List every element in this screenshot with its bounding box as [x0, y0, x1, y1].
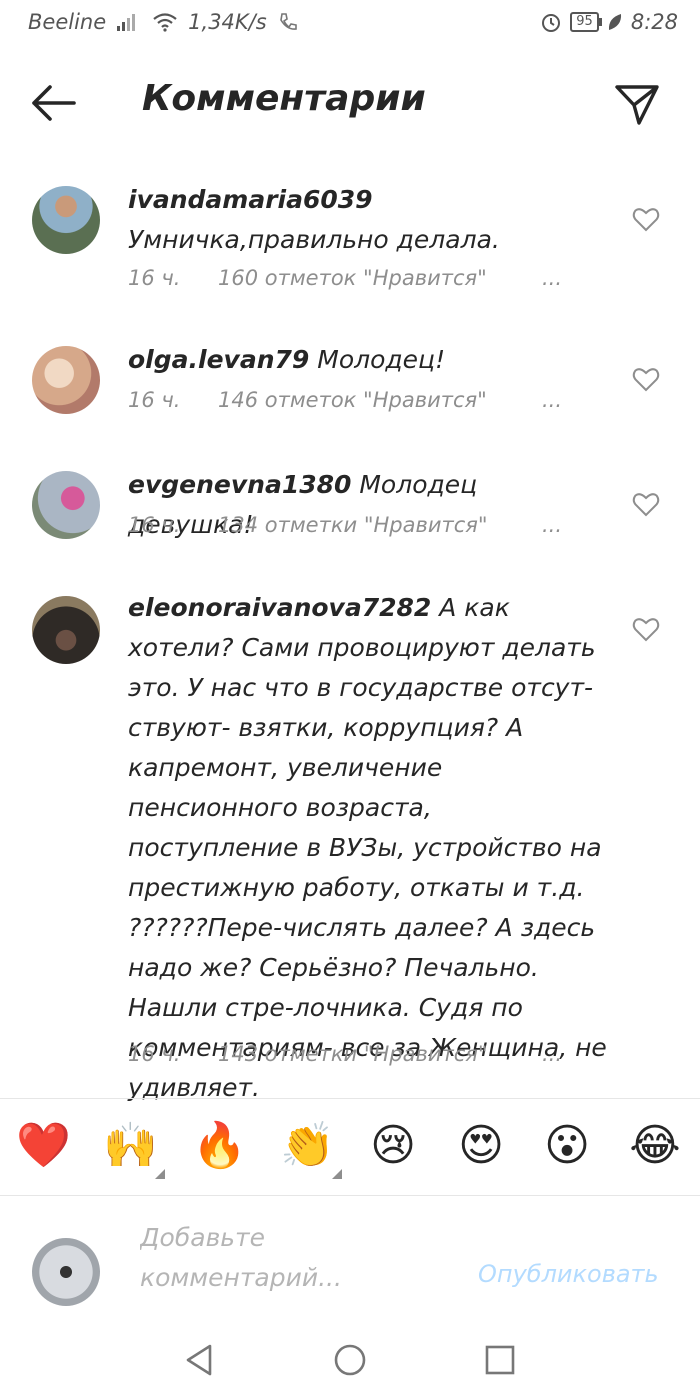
- carrier-name: Beeline: [28, 10, 107, 34]
- heart-icon[interactable]: [632, 366, 660, 392]
- avatar[interactable]: [32, 186, 100, 254]
- status-left: Beeline 1,34K/s: [28, 10, 299, 34]
- triangle-back-icon[interactable]: [182, 1342, 218, 1378]
- user-avatar: [32, 1238, 100, 1306]
- phone-icon: [279, 13, 297, 30]
- comment-username[interactable]: evgenevna1380: [128, 470, 351, 499]
- comment-likes[interactable]: 134 отметки "Нравится": [218, 513, 542, 537]
- comment-composer: Опубликовать: [0, 1196, 700, 1316]
- signal-icon: [117, 14, 136, 31]
- more-options-icon[interactable]: ...: [542, 1042, 562, 1066]
- paper-plane-icon[interactable]: [612, 78, 662, 128]
- comment-time: 16 ч.: [128, 388, 181, 412]
- comment-likes[interactable]: 143 отметки "Нравится": [218, 1042, 542, 1066]
- comment-meta: 16 ч. 160 отметок "Нравится" ...: [128, 266, 562, 290]
- comment-username[interactable]: eleonoraivanova7282: [128, 593, 431, 622]
- skin-tone-indicator: [155, 1169, 165, 1179]
- clapping-hands-glyph: 👏: [280, 1120, 335, 1171]
- tears-of-joy-emoji[interactable]: 😂: [628, 1119, 682, 1173]
- raised-hands-glyph: 🙌: [103, 1120, 158, 1171]
- heart-icon[interactable]: [632, 206, 660, 232]
- comment-time: 16 ч.: [128, 513, 181, 537]
- status-bar: Beeline 1,34K/s 95 8:28: [0, 0, 700, 48]
- battery-indicator: 95: [570, 12, 602, 32]
- system-nav-bar: [0, 1320, 700, 1400]
- square-recents-icon[interactable]: [482, 1342, 518, 1378]
- avatar[interactable]: [32, 596, 100, 664]
- heart-icon[interactable]: [632, 491, 660, 517]
- more-options-icon[interactable]: ...: [542, 513, 562, 537]
- comment-time: 16 ч.: [128, 1042, 181, 1066]
- leaf-icon: [608, 14, 621, 30]
- circle-home-icon[interactable]: [332, 1342, 368, 1378]
- raised-hands-emoji[interactable]: 🙌: [103, 1119, 165, 1179]
- surprised-face-emoji[interactable]: 😮: [540, 1119, 594, 1173]
- fire-emoji[interactable]: 🔥: [192, 1119, 247, 1173]
- comment-username[interactable]: ivandamaria6039: [128, 185, 373, 214]
- comment-message: А как хотели? Сами провоцируют делать эт…: [128, 593, 607, 1102]
- comment-username[interactable]: olga.levan79: [128, 345, 309, 374]
- page-title: Комментарии: [142, 78, 426, 119]
- heart-icon[interactable]: [632, 616, 660, 642]
- comment-text: olga.levan79 Молодец!: [128, 340, 610, 380]
- comment-text: eleonoraivanova7282 А как хотели? Сами п…: [128, 588, 610, 1108]
- comment-meta: 16 ч. 134 отметки "Нравится" ...: [128, 513, 562, 537]
- more-options-icon[interactable]: ...: [542, 388, 562, 412]
- comment-input[interactable]: [140, 1218, 450, 1298]
- skin-tone-indicator: [332, 1169, 342, 1179]
- comment-text: ivandamaria6039 Умничка,правильно делала…: [128, 180, 610, 260]
- clapping-hands-emoji[interactable]: 👏: [280, 1119, 342, 1179]
- comment-meta: 16 ч. 143 отметки "Нравится" ...: [128, 1042, 562, 1066]
- comment-meta: 16 ч. 146 отметок "Нравится" ...: [128, 388, 562, 412]
- alarm-icon: [542, 14, 561, 32]
- status-right: 95 8:28: [540, 10, 678, 34]
- network-speed: 1,34K/s: [188, 10, 267, 34]
- publish-button[interactable]: Опубликовать: [478, 1260, 659, 1288]
- avatar[interactable]: [32, 346, 100, 414]
- avatar[interactable]: [32, 471, 100, 539]
- clock: 8:28: [630, 10, 678, 34]
- more-options-icon[interactable]: ...: [542, 266, 562, 290]
- emoji-bar: ❤️ 🙌 🔥 👏 😢 😍 😮 😂: [0, 1098, 700, 1196]
- comment-likes[interactable]: 146 отметок "Нравится": [218, 388, 542, 412]
- comment-message: Умничка,правильно делала.: [128, 225, 500, 254]
- comment-time: 16 ч.: [128, 266, 181, 290]
- comment-likes[interactable]: 160 отметок "Нравится": [218, 266, 542, 290]
- arrow-left-icon[interactable]: [28, 82, 78, 124]
- comment-message: Молодец!: [317, 345, 446, 374]
- red-heart-emoji[interactable]: ❤️: [16, 1119, 71, 1173]
- wifi-icon: [153, 13, 177, 32]
- crying-face-emoji[interactable]: 😢: [366, 1119, 420, 1173]
- heart-eyes-emoji[interactable]: 😍: [454, 1119, 508, 1173]
- header: Комментарии: [0, 62, 700, 142]
